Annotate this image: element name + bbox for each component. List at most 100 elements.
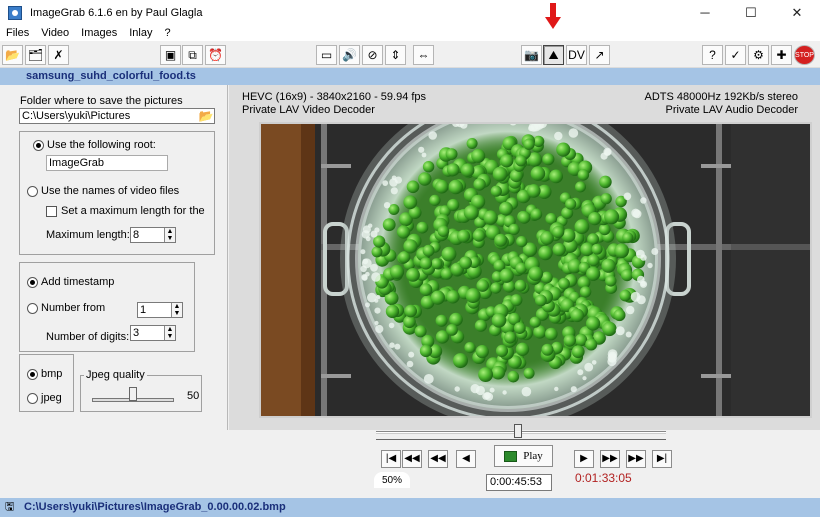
speaker-icon[interactable]: 🔊 <box>339 45 360 65</box>
pea <box>447 198 460 212</box>
menu-video[interactable]: Video <box>35 27 75 39</box>
pea <box>602 321 617 337</box>
pea <box>403 195 418 210</box>
fast-rewind-button[interactable]: ◀◀ <box>402 450 422 468</box>
minimize-button[interactable]: ─ <box>682 0 728 25</box>
go-start-button[interactable]: |◀ <box>381 450 401 468</box>
filename-bar: samsung_suhd_colorful_food.ts <box>0 68 820 85</box>
bubble <box>408 351 415 358</box>
check-icon[interactable]: ✓ <box>725 45 746 65</box>
audio-decoder: Private LAV Audio Decoder <box>665 104 798 116</box>
display-icon[interactable]: ▭ <box>316 45 337 65</box>
pea <box>556 142 571 157</box>
digits-field[interactable]: 3 ▲ ▼ <box>130 325 176 341</box>
menu-inlay[interactable]: Inlay <box>123 27 158 39</box>
number-from-spinner[interactable]: ▲ ▼ <box>171 303 182 317</box>
maximize-button[interactable]: ☐ <box>728 0 774 25</box>
video-filename: samsung_suhd_colorful_food.ts <box>26 70 196 82</box>
browse-folder-icon[interactable]: 📂 <box>197 108 215 124</box>
pea <box>575 181 586 193</box>
jpeg-label: jpeg <box>41 392 62 404</box>
root-field[interactable]: ImageGrab <box>46 155 168 171</box>
close-button[interactable]: ✕ <box>774 0 820 25</box>
rewind-button[interactable]: ◀◀ <box>428 450 448 468</box>
close-file-icon[interactable]: ✗ <box>48 45 69 65</box>
pea <box>587 254 600 267</box>
max-length-spinner[interactable]: ▲ ▼ <box>164 228 175 242</box>
pea <box>622 232 634 244</box>
no-subtitle-icon[interactable]: ⊘ <box>362 45 383 65</box>
pea <box>541 343 554 356</box>
bmp-radio[interactable] <box>27 369 38 380</box>
bubble <box>615 326 625 336</box>
use-root-radio[interactable] <box>33 140 44 151</box>
pea <box>599 175 612 189</box>
step-forward-button[interactable]: ▶ <box>574 450 594 468</box>
menu-images[interactable]: Images <box>75 27 123 39</box>
pea <box>435 314 448 327</box>
bubble <box>577 369 584 376</box>
pea <box>403 239 418 254</box>
pea <box>499 201 513 216</box>
use-names-radio[interactable] <box>27 186 38 197</box>
pea <box>529 316 541 328</box>
horizontal-resize-icon[interactable]: ⇔ <box>413 45 434 65</box>
image-icon[interactable]: ▣ <box>160 45 181 65</box>
menu-help[interactable]: ? <box>159 27 177 39</box>
plugin-icon[interactable]: ✚ <box>771 45 792 65</box>
digits-spinner[interactable]: ▲ ▼ <box>164 326 175 340</box>
pea <box>464 342 476 354</box>
step-back-button[interactable]: ◀ <box>456 450 476 468</box>
current-time-field[interactable]: 0:00:45:53 <box>486 474 552 491</box>
open-folder-icon[interactable]: 📂 <box>2 45 23 65</box>
camera-icon[interactable]: 📷 <box>521 45 542 65</box>
pea <box>495 344 509 357</box>
dv-icon[interactable]: DV <box>566 45 587 65</box>
jpeg-radio[interactable] <box>27 393 38 404</box>
zoom-level[interactable]: 50% <box>374 472 410 488</box>
capture-frame-icon[interactable]: ⛰ <box>543 45 564 65</box>
folder-path-field[interactable]: C:\Users\yuki\Pictures <box>19 108 215 124</box>
number-from-radio[interactable] <box>27 303 38 314</box>
play-button[interactable]: Play <box>494 445 553 467</box>
settings-icon[interactable]: ⚙ <box>748 45 769 65</box>
video-frame[interactable] <box>259 122 812 418</box>
pea <box>445 148 458 160</box>
forward-button[interactable]: ▶▶ <box>600 450 620 468</box>
pea <box>515 155 527 167</box>
fast-forward-button[interactable]: ▶▶ <box>626 450 646 468</box>
pea <box>478 367 493 382</box>
pea <box>507 370 520 383</box>
pea <box>614 243 629 259</box>
go-end-button[interactable]: ▶| <box>652 450 672 468</box>
help-icon[interactable]: ? <box>702 45 723 65</box>
jpeg-quality-thumb[interactable] <box>129 387 137 401</box>
vertical-resize-icon[interactable]: ⇕ <box>385 45 406 65</box>
pea <box>396 225 411 239</box>
menu-files[interactable]: Files <box>0 27 35 39</box>
pea <box>414 325 427 338</box>
pea <box>513 322 526 334</box>
pea <box>419 344 433 358</box>
play-label: Play <box>523 450 543 462</box>
pea <box>604 209 620 225</box>
number-from-field[interactable]: 1 ▲ ▼ <box>137 302 183 318</box>
open-file-icon[interactable]: 🗂 <box>25 45 46 65</box>
seek-thumb[interactable] <box>514 424 523 438</box>
bubble <box>406 360 414 368</box>
pea <box>471 148 486 163</box>
pea <box>422 161 435 173</box>
pea <box>483 210 498 225</box>
max-length-field[interactable]: 8 ▲ ▼ <box>130 227 176 243</box>
pea <box>422 244 435 257</box>
export-icon[interactable]: ↗ <box>589 45 610 65</box>
pea <box>508 223 520 235</box>
bubble <box>421 152 427 158</box>
alarm-clock-icon[interactable]: ⏰ <box>205 45 226 65</box>
add-timestamp-radio[interactable] <box>27 277 38 288</box>
bubble <box>623 192 632 201</box>
max-length-checkbox[interactable] <box>46 206 57 217</box>
menu-bar: Files Video Images Inlay ? <box>0 25 820 41</box>
stop-icon[interactable]: STOP <box>794 45 815 65</box>
copy-icon[interactable]: ⧉ <box>182 45 203 65</box>
